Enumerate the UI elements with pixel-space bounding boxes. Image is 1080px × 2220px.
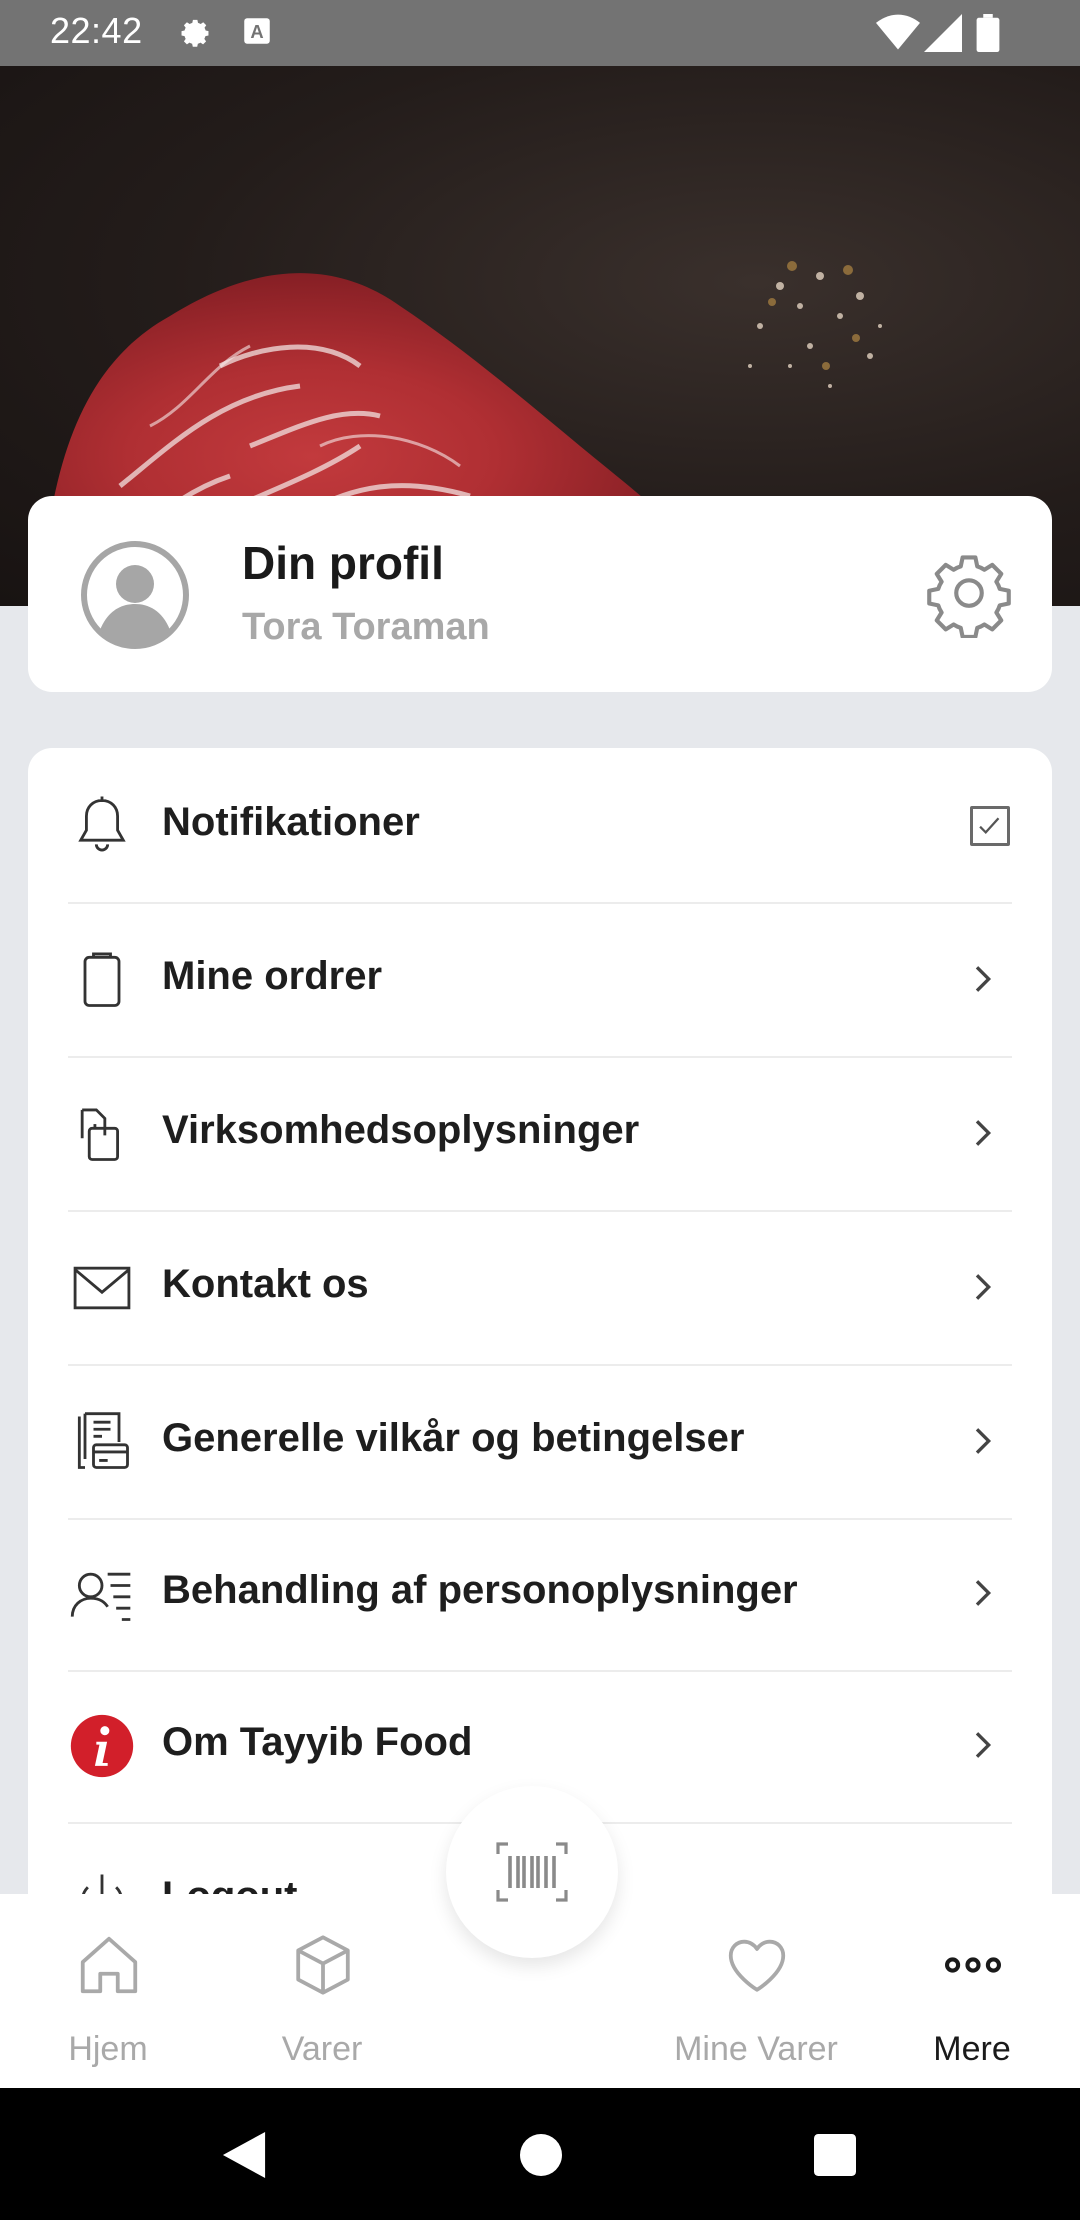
- system-nav-bar: [0, 2088, 1080, 2220]
- settings-status-icon: [176, 14, 214, 57]
- menu-label-contact: Kontakt os: [162, 1262, 369, 1306]
- nav-my-products-label: Mine Varer: [674, 2030, 838, 2068]
- menu-label-privacy: Behandling af personoplysninger: [162, 1568, 798, 1612]
- nav-more[interactable]: Mere: [872, 1930, 1072, 2070]
- chevron-right-icon: [962, 959, 1002, 999]
- menu-item-privacy[interactable]: Behandling af personoplysninger: [68, 1516, 1012, 1672]
- menu-label-company-info: Virksomhedsoplysninger: [162, 1108, 640, 1152]
- nav-my-products[interactable]: Mine Varer: [656, 1930, 856, 2070]
- heart-icon: [728, 1939, 786, 1992]
- menu-item-company-info[interactable]: Virksomhedsoplysninger: [68, 1056, 1012, 1212]
- profile-card[interactable]: Din profil Tora Toraman: [28, 496, 1052, 692]
- menu-label-orders: Mine ordrer: [162, 954, 383, 998]
- menu-item-terms[interactable]: Generelle vilkår og betingelser: [68, 1364, 1012, 1520]
- status-time: 22:42: [50, 10, 143, 51]
- terms-document-icon: [68, 1408, 136, 1476]
- menu-card: Notifikationer Mine ordrer Virksomhedsop…: [28, 748, 1052, 1898]
- chevron-right-icon: [962, 1267, 1002, 1307]
- more-dots-icon: [944, 1957, 1002, 1973]
- chevron-right-icon: [962, 1725, 1002, 1765]
- keyboard-status-icon: A: [240, 14, 274, 53]
- profile-name: Tora Toraman: [242, 606, 490, 648]
- documents-icon: [68, 1100, 136, 1168]
- gear-icon: [924, 555, 1014, 642]
- home-circle-icon[interactable]: [520, 2134, 562, 2181]
- chevron-right-icon: [962, 1421, 1002, 1461]
- nav-home[interactable]: Hjem: [8, 1930, 208, 2070]
- menu-label-terms: Generelle vilkår og betingelser: [162, 1416, 745, 1460]
- profile-title: Din profil: [242, 537, 444, 589]
- envelope-icon: [68, 1254, 136, 1322]
- nav-products-label: Varer: [281, 2030, 363, 2068]
- menu-item-contact[interactable]: Kontakt os: [68, 1210, 1012, 1366]
- nav-more-label: Mere: [933, 2030, 1011, 2068]
- chevron-right-icon: [962, 1113, 1002, 1153]
- menu-item-orders[interactable]: Mine ordrer: [68, 902, 1012, 1058]
- svg-text:A: A: [250, 21, 263, 42]
- barcode-scan-button[interactable]: [446, 1786, 618, 1958]
- box-icon: [296, 1935, 350, 1995]
- nav-home-label: Hjem: [68, 2030, 148, 2068]
- wifi-icon: [876, 14, 920, 57]
- avatar: [80, 540, 190, 650]
- chevron-right-icon: [962, 1573, 1002, 1613]
- bell-icon: [68, 792, 136, 860]
- settings-button[interactable]: [924, 548, 1014, 639]
- back-icon[interactable]: [222, 2132, 266, 2183]
- battery-icon: [976, 14, 1000, 57]
- home-icon: [80, 1936, 138, 1994]
- info-icon: [68, 1712, 136, 1780]
- signal-icon: [924, 14, 962, 57]
- nav-products[interactable]: Varer: [222, 1930, 422, 2070]
- person-list-icon: [68, 1560, 136, 1628]
- menu-label-about: Om Tayyib Food: [162, 1720, 473, 1764]
- clipboard-icon: [68, 946, 136, 1014]
- recents-icon[interactable]: [814, 2134, 856, 2181]
- notifications-checkbox[interactable]: [970, 806, 1010, 846]
- menu-label-notifications: Notifikationer: [162, 800, 420, 844]
- status-bar: 22:42 A: [0, 0, 1080, 66]
- menu-item-notifications[interactable]: Notifikationer: [68, 748, 1012, 904]
